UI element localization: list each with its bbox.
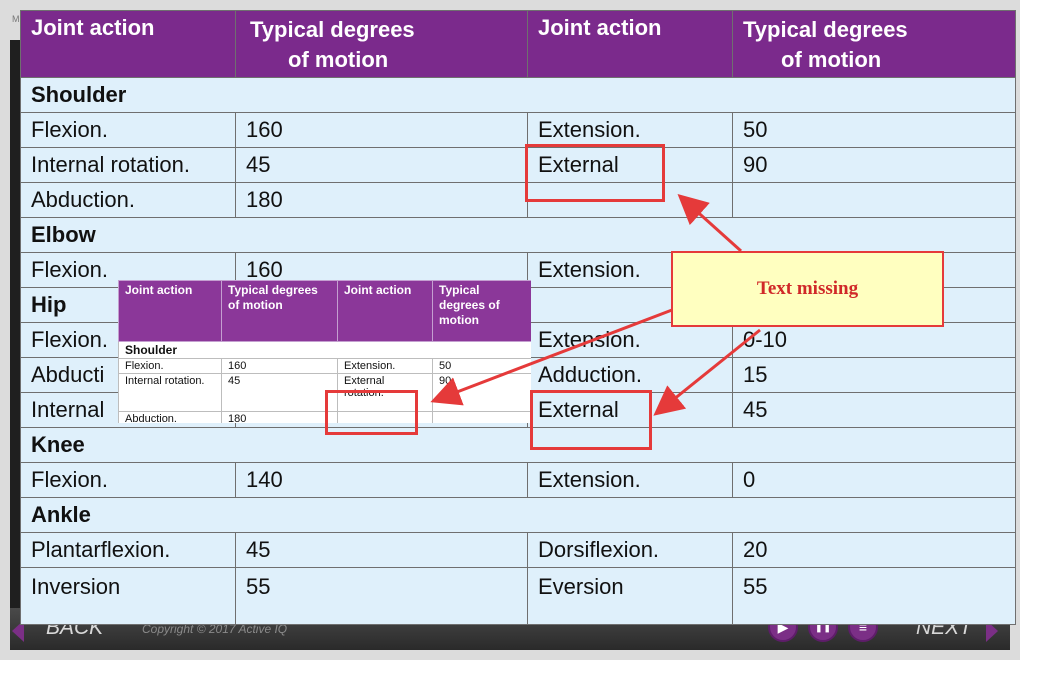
table-cell: 0: [732, 462, 1016, 498]
table-cell: 50: [732, 112, 1016, 148]
slide-marker: M: [12, 14, 20, 24]
table-cell: [732, 182, 1016, 218]
inset-header-4: Typical degrees of motion: [432, 280, 531, 342]
highlight-box-external-shoulder: [525, 144, 665, 202]
table-row: Flexion. 160 Extension. 50: [20, 112, 1016, 148]
inset-cell: Extension.: [337, 358, 433, 374]
table-cell: Flexion.: [20, 462, 236, 498]
header-line: Typical degrees: [250, 17, 415, 42]
header-degrees-1: Typical degrees of motion: [235, 10, 528, 78]
inset-header-row: Joint action Typical degrees of motion J…: [118, 280, 531, 342]
inset-cell: Internal rotation.: [118, 373, 222, 412]
inset-header-1: Joint action: [118, 280, 222, 342]
table-cell: 55: [235, 567, 528, 625]
header-line: Typical degrees: [743, 17, 908, 42]
table-cell: Inversion: [20, 567, 236, 625]
table-cell: 20: [732, 532, 1016, 568]
header-degrees-1-text: Typical degrees of motion: [246, 15, 517, 75]
table-cell: Eversion: [527, 567, 733, 625]
header-joint-action-2: Joint action: [527, 10, 733, 78]
table-cell: 90: [732, 147, 1016, 183]
table-cell: 55: [732, 567, 1016, 625]
header-line: of motion: [288, 47, 389, 72]
table-cell: 180: [235, 182, 528, 218]
section-label: Shoulder: [20, 77, 1016, 113]
callout-text: Text missing: [756, 278, 859, 299]
inset-cell: 90: [432, 373, 531, 412]
table-cell: Flexion.: [20, 112, 236, 148]
inset-cell: Abduction.: [118, 411, 222, 423]
table-cell: Extension.: [527, 112, 733, 148]
inset-cell: Flexion.: [118, 358, 222, 374]
table-cell: Plantarflexion.: [20, 532, 236, 568]
table-row: Inversion 55 Eversion 55: [20, 567, 1016, 625]
table-cell: 160: [235, 112, 528, 148]
table-cell: 45: [235, 147, 528, 183]
section-label: Knee: [20, 427, 1016, 463]
table-cell: 0-10: [732, 322, 1016, 358]
table-cell: 140: [235, 462, 528, 498]
table-cell: Extension.: [527, 322, 733, 358]
header-degrees-2-text: Typical degrees of motion: [743, 15, 1005, 75]
table-row: Abduction. 180: [20, 182, 1016, 218]
inset-section-shoulder: Shoulder: [118, 341, 531, 359]
table-cell: Internal rotation.: [20, 147, 236, 183]
inset-cell: 45: [221, 373, 338, 412]
highlight-box-external-hip: [530, 390, 652, 450]
section-row: Ankle: [20, 497, 1016, 533]
highlight-box-inset-external-rotation: [325, 390, 418, 435]
inset-cell: [432, 411, 531, 423]
inset-row: Flexion. 160 Extension. 50: [118, 358, 531, 374]
table-cell: Abduction.: [20, 182, 236, 218]
section-row: Knee: [20, 427, 1016, 463]
inset-cell: 160: [221, 358, 338, 374]
table-cell: Extension.: [527, 462, 733, 498]
section-row: Shoulder: [20, 77, 1016, 113]
table-cell: 45: [235, 532, 528, 568]
section-row: Elbow: [20, 217, 1016, 253]
table-cell: Adduction.: [527, 357, 733, 393]
inset-section-row: Shoulder: [118, 341, 531, 359]
table-cell: 45: [732, 392, 1016, 428]
table-cell: Dorsiflexion.: [527, 532, 733, 568]
table-row: Plantarflexion. 45 Dorsiflexion. 20: [20, 532, 1016, 568]
header-joint-action-1: Joint action: [20, 10, 236, 78]
text-missing-callout: Text missing: [671, 251, 944, 327]
table-header-row: Joint action Typical degrees of motion Jo…: [20, 10, 1016, 78]
table-row: Internal rotation. 45 External 90: [20, 147, 1016, 183]
inset-header-2: Typical degrees of motion: [221, 280, 338, 342]
section-label: Elbow: [20, 217, 1016, 253]
section-label: Ankle: [20, 497, 1016, 533]
table-row: Flexion. 140 Extension. 0: [20, 462, 1016, 498]
header-degrees-2: Typical degrees of motion: [732, 10, 1016, 78]
inset-cell: 50: [432, 358, 531, 374]
table-cell: 15: [732, 357, 1016, 393]
inset-header-3: Joint action: [337, 280, 433, 342]
inset-cell: 180: [221, 411, 338, 423]
header-line: of motion: [781, 47, 882, 72]
